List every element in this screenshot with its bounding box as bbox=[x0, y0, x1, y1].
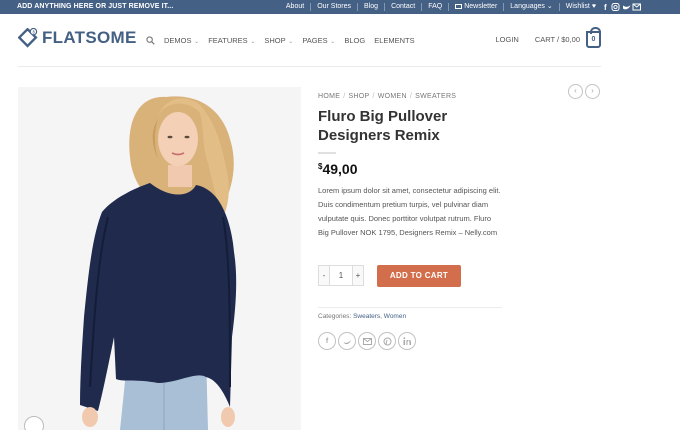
nav-shop-label: SHOP bbox=[264, 36, 286, 45]
nav-demos-label: DEMOS bbox=[164, 36, 192, 45]
chevron-down-icon: ⌄ bbox=[328, 39, 336, 45]
product-navigation: ‹ › bbox=[568, 84, 600, 99]
cart-link[interactable]: CART / $0,00 bbox=[535, 35, 580, 44]
prev-icon[interactable]: ‹ bbox=[568, 84, 583, 99]
product-categories: Categories: Sweaters, Women bbox=[318, 313, 406, 320]
quantity-minus-button[interactable]: - bbox=[318, 265, 330, 286]
nav-blog[interactable]: BLOG bbox=[344, 36, 365, 45]
nav-pages-label: PAGES bbox=[302, 36, 328, 45]
wishlist-label: Wishlist bbox=[565, 3, 590, 10]
nav-pages[interactable]: PAGES ⌄ bbox=[302, 36, 335, 45]
product-title: Fluro Big Pullover Designers Remix bbox=[318, 108, 448, 144]
main-nav: DEMOS ⌄ FEATURES ⌄ SHOP ⌄ PAGES ⌄ BLOG E… bbox=[146, 36, 424, 45]
product-image[interactable] bbox=[18, 87, 301, 430]
top-link-blog[interactable]: Blog bbox=[357, 3, 384, 11]
newsletter-icon bbox=[455, 3, 463, 9]
product-description: Lorem ipsum dolor sit amet, consectetur … bbox=[318, 186, 501, 237]
top-bar: ADD ANYTHING HERE OR JUST REMOVE IT... A… bbox=[0, 0, 680, 14]
next-icon[interactable]: › bbox=[585, 84, 600, 99]
linkedin-icon[interactable] bbox=[398, 332, 416, 350]
cart-icon[interactable]: 0 bbox=[586, 27, 601, 48]
chevron-down-icon: ⌄ bbox=[546, 3, 553, 10]
breadcrumb-separator: / bbox=[409, 93, 413, 100]
facebook-icon[interactable]: f bbox=[318, 332, 336, 350]
breadcrumb-separator: / bbox=[372, 93, 375, 100]
nav-shop[interactable]: SHOP ⌄ bbox=[264, 36, 293, 45]
quantity-input[interactable]: 1 bbox=[330, 265, 352, 286]
quantity-stepper: - 1 + bbox=[318, 265, 364, 286]
product-photo bbox=[18, 87, 301, 430]
top-bar-links: About Our Stores Blog Contact FAQ Newsle… bbox=[280, 3, 602, 11]
info-divider bbox=[318, 307, 502, 308]
nav-features[interactable]: FEATURES ⌄ bbox=[208, 36, 255, 45]
search-icon[interactable] bbox=[146, 36, 155, 45]
zoom-icon[interactable] bbox=[24, 416, 44, 430]
breadcrumb-home[interactable]: HOME bbox=[318, 93, 340, 100]
product-price: $49,00 bbox=[318, 161, 358, 177]
add-to-cart-button[interactable]: ADD TO CART bbox=[377, 265, 461, 287]
chevron-down-icon: ⌄ bbox=[192, 39, 200, 45]
instagram-icon bbox=[611, 3, 620, 11]
heart-icon: ♥ bbox=[591, 3, 596, 10]
title-divider bbox=[318, 152, 336, 154]
newsletter-label: Newsletter bbox=[464, 3, 498, 10]
top-bar-promo: ADD ANYTHING HERE OR JUST REMOVE IT... bbox=[17, 3, 174, 10]
breadcrumb: HOME / SHOP / WOMEN / SWEATERS bbox=[318, 93, 456, 100]
breadcrumb-women[interactable]: WOMEN bbox=[378, 93, 407, 100]
top-link-contact[interactable]: Contact bbox=[384, 3, 421, 11]
top-link-about[interactable]: About bbox=[280, 3, 310, 11]
chevron-down-icon: ⌄ bbox=[286, 39, 294, 45]
top-link-faq[interactable]: FAQ bbox=[421, 3, 448, 11]
header-right: LOGIN CART / $0,00 0 bbox=[495, 27, 601, 48]
logo-icon: 3 bbox=[18, 28, 38, 48]
login-link[interactable]: LOGIN bbox=[495, 35, 518, 44]
breadcrumb-sweaters[interactable]: SWEATERS bbox=[415, 93, 456, 100]
categories-label: Categories: bbox=[318, 313, 352, 320]
top-link-our-stores[interactable]: Our Stores bbox=[310, 3, 357, 11]
share-icons: f bbox=[318, 332, 416, 350]
languages-label: Languages bbox=[510, 3, 545, 10]
nav-demos[interactable]: DEMOS ⌄ bbox=[164, 36, 199, 45]
quantity-plus-button[interactable]: + bbox=[352, 265, 364, 286]
breadcrumb-shop[interactable]: SHOP bbox=[348, 93, 369, 100]
email-icon[interactable] bbox=[358, 332, 376, 350]
chevron-down-icon: ⌄ bbox=[248, 39, 256, 45]
twitter-icon bbox=[623, 5, 631, 10]
logo[interactable]: 3 FLATSOME bbox=[18, 28, 137, 48]
top-link-wishlist[interactable]: Wishlist ♥ bbox=[558, 3, 602, 11]
top-link-languages[interactable]: Languages ⌄ bbox=[503, 3, 558, 11]
category-link-women[interactable]: Women bbox=[384, 313, 406, 320]
breadcrumb-separator: / bbox=[343, 93, 346, 100]
social-icons: f bbox=[604, 3, 641, 12]
facebook-icon: f bbox=[604, 3, 607, 12]
nav-elements[interactable]: ELEMENTS bbox=[374, 36, 414, 45]
logo-text: FLATSOME bbox=[42, 28, 137, 47]
price-value: 49,00 bbox=[322, 161, 358, 177]
site-header: 3 FLATSOME DEMOS ⌄ FEATURES ⌄ SHOP ⌄ PAG… bbox=[0, 14, 680, 66]
category-link-sweaters[interactable]: Sweaters bbox=[353, 313, 380, 320]
top-link-newsletter[interactable]: Newsletter bbox=[448, 3, 503, 11]
header-divider bbox=[18, 66, 601, 67]
pinterest-icon[interactable] bbox=[378, 332, 396, 350]
twitter-icon[interactable] bbox=[338, 332, 356, 350]
nav-features-label: FEATURES bbox=[208, 36, 248, 45]
